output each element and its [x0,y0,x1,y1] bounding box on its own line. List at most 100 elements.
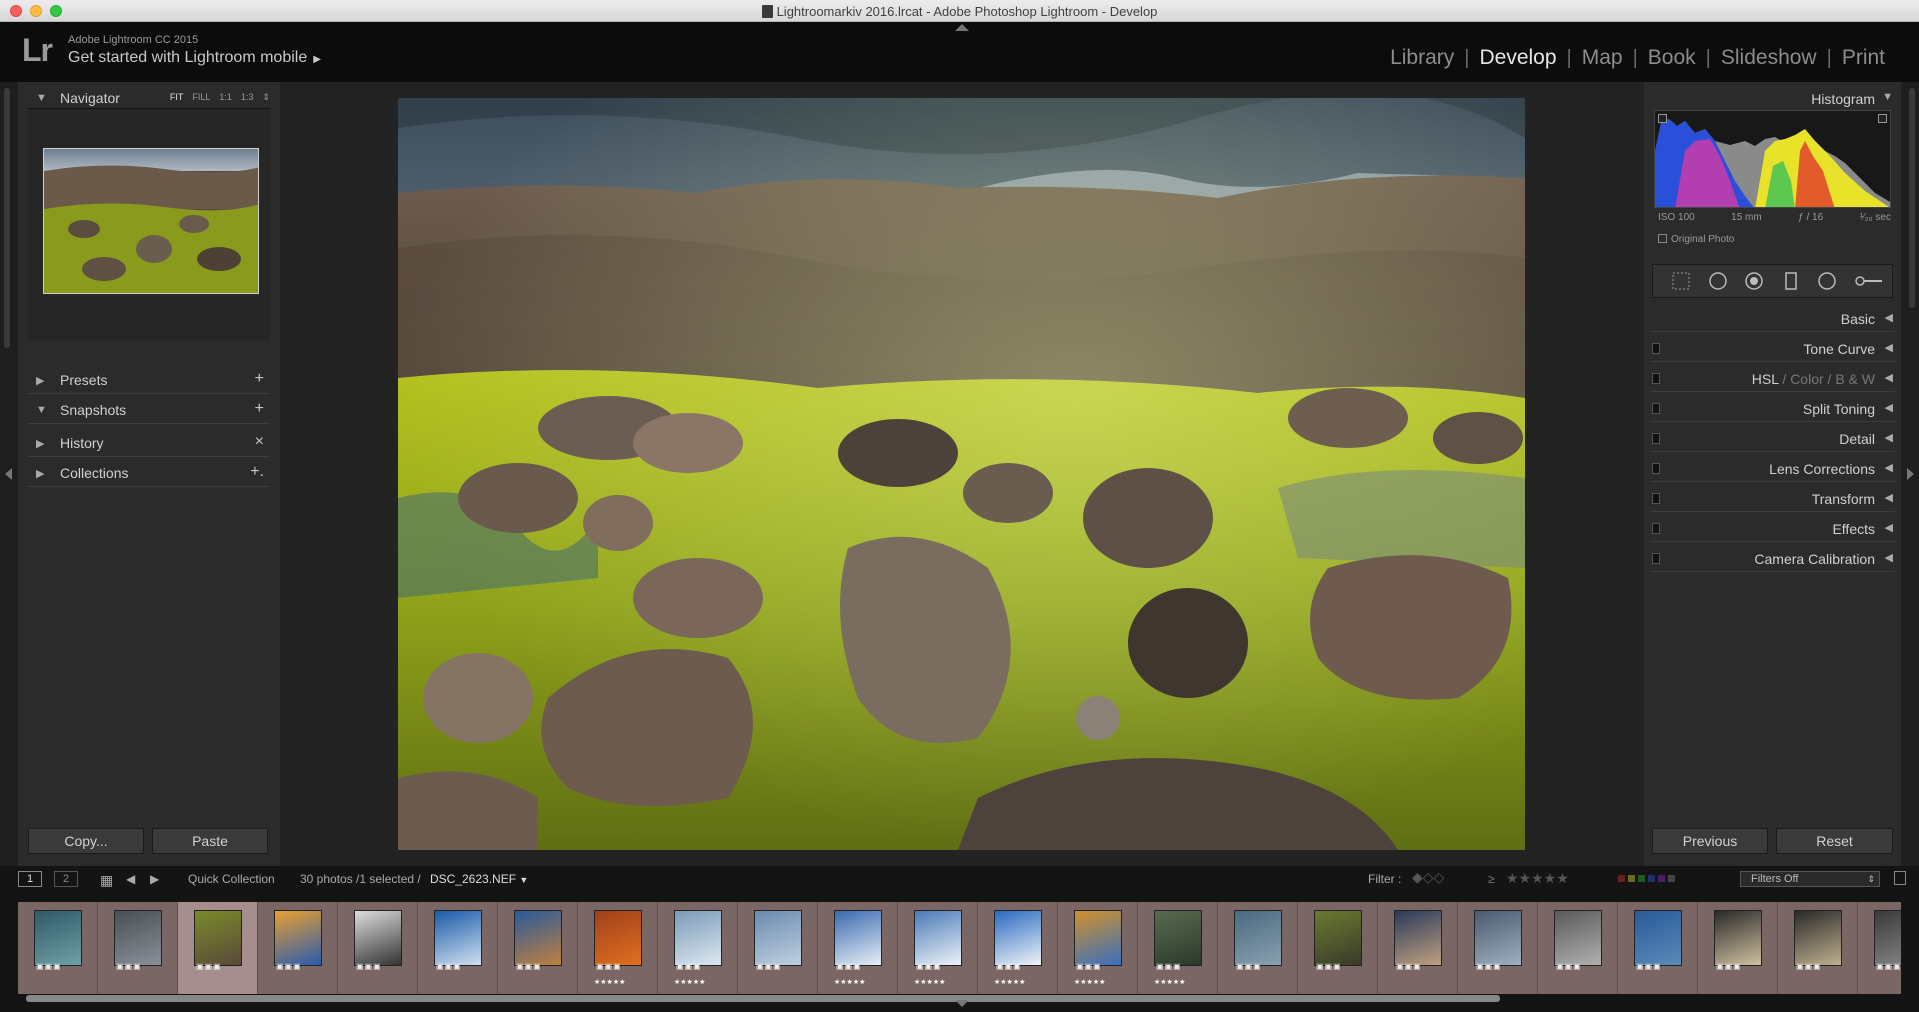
filmstrip-thumbnail[interactable]: ▣▣▣ [1778,902,1858,994]
spot-removal-icon[interactable] [1708,271,1728,291]
add-preset-icon[interactable]: + [255,370,264,388]
filmstrip-thumbnail[interactable]: ▣▣▣ [418,902,498,994]
panel-toggle-switch-icon[interactable] [1652,433,1660,444]
panel-toggle-switch-icon[interactable] [1652,523,1660,534]
filmstrip-thumbnail[interactable]: ▣▣▣ [178,902,258,994]
forward-arrow-icon[interactable]: ▶ [150,872,159,886]
add-collection-icon[interactable]: +. [250,463,264,481]
module-book[interactable]: Book [1638,46,1706,70]
panel-toggle-switch-icon[interactable] [1652,463,1660,474]
rating-comparison-icon[interactable]: ≥ [1488,872,1495,886]
add-snapshot-icon[interactable]: + [255,400,264,418]
left-panel-scrollbar[interactable] [4,88,10,348]
filmstrip-thumbnail[interactable]: ▣▣▣ [1298,902,1378,994]
reset-button[interactable]: Reset [1776,828,1893,854]
filmstrip-thumbnail[interactable]: ▣▣▣ ★★★★★ [898,902,978,994]
source-label[interactable]: Quick Collection [188,872,275,886]
right-panel-scrollbar[interactable] [1909,88,1915,308]
panel-toggle-switch-icon[interactable] [1652,343,1660,354]
left-panel-toggle[interactable] [0,82,18,866]
filmstrip-thumbnail[interactable]: ▣▣▣ [498,902,578,994]
lightroom-mobile-link[interactable]: Get started with Lightroom mobile ▶ [68,49,321,67]
hide-top-panel-arrow-icon[interactable] [955,24,969,31]
adjustment-brush-icon[interactable] [1854,271,1882,291]
right-panel-toggle[interactable] [1901,82,1919,866]
filmstrip-thumbnail[interactable]: ▣▣▣ ★★★★★ [978,902,1058,994]
filmstrip-thumbnail[interactable]: ▣▣▣ [18,902,98,994]
red-eye-icon[interactable] [1744,271,1764,291]
split-toning-section-header[interactable]: Split Toning ◀ [1644,396,1901,422]
flag-filter-icons[interactable]: ◆◇◇ [1412,869,1444,886]
hsl-section-header[interactable]: HSL / Color / B & W ◀ [1644,366,1901,392]
basic-section-header[interactable]: Basic ◀ [1644,306,1901,332]
main-photo[interactable] [398,98,1525,850]
original-photo-toggle[interactable]: Original Photo [1658,234,1734,245]
filmstrip-scrollbar[interactable] [26,995,1500,1002]
shadow-clipping-icon[interactable] [1658,114,1667,123]
snapshots-header[interactable]: ▼ Snapshots + [18,398,280,424]
filmstrip-thumbnail[interactable]: ▣▣▣ ★★★★★ [818,902,898,994]
filmstrip-thumbnail[interactable]: ▣▣▣ [1858,902,1901,994]
zoom-dropdown-icon[interactable]: ⇕ [262,92,270,103]
filmstrip-thumbnail[interactable]: ▣▣▣ ★★★★★ [658,902,738,994]
history-header[interactable]: ▶ History × [18,431,280,457]
color-label-filter[interactable] [1618,875,1675,882]
zoom-1-1[interactable]: 1:1 [219,92,232,103]
rating-filter-stars[interactable]: ★★★★★ [1506,870,1569,887]
panel-toggle-switch-icon[interactable] [1652,553,1660,564]
module-slideshow[interactable]: Slideshow [1711,46,1827,70]
effects-section-header[interactable]: Effects ◀ [1644,516,1901,542]
collections-header[interactable]: ▶ Collections +. [18,461,280,487]
detail-section-header[interactable]: Detail ◀ [1644,426,1901,452]
transform-section-header[interactable]: Transform ◀ [1644,486,1901,512]
filmstrip-thumbnail[interactable]: ▣▣▣ [1458,902,1538,994]
module-library[interactable]: Library [1380,46,1464,70]
filmstrip-thumbnail[interactable]: ▣▣▣ [738,902,818,994]
previous-settings-button[interactable]: Previous [1652,828,1768,854]
module-map[interactable]: Map [1572,46,1633,70]
navigator-thumbnail[interactable] [43,148,259,294]
panel-toggle-switch-icon[interactable] [1652,403,1660,414]
secondary-window-button[interactable]: 2 [54,871,78,887]
module-develop[interactable]: Develop [1469,46,1566,70]
zoom-1-3[interactable]: 1:3 [241,92,254,103]
zoom-fit[interactable]: FIT [170,92,184,103]
filmstrip-thumbnail[interactable]: ▣▣▣ [1218,902,1298,994]
tone-curve-section-header[interactable]: Tone Curve ◀ [1644,336,1901,362]
filmstrip-thumbnail[interactable]: ▣▣▣ [338,902,418,994]
filter-lock-icon[interactable] [1894,871,1906,885]
radial-filter-icon[interactable] [1817,271,1837,291]
color-tab[interactable]: Color [1790,371,1823,387]
filmstrip-thumbnail[interactable]: ▣▣▣ [98,902,178,994]
copy-settings-button[interactable]: Copy... [28,828,144,854]
clear-history-icon[interactable]: × [255,433,264,451]
graduated-filter-icon[interactable] [1781,271,1801,291]
panel-toggle-switch-icon[interactable] [1652,373,1660,384]
camera-calibration-section-header[interactable]: Camera Calibration ◀ [1644,546,1901,572]
filmstrip-thumbnail[interactable]: ▣▣▣ [1618,902,1698,994]
filmstrip-thumbnail[interactable]: ▣▣▣ ★★★★★ [1058,902,1138,994]
filmstrip-thumbnail[interactable]: ▣▣▣ ★★★★★ [1138,902,1218,994]
filmstrip-thumbnail[interactable]: ▣▣▣ [258,902,338,994]
primary-window-button[interactable]: 1 [18,871,42,887]
panel-toggle-switch-icon[interactable] [1652,493,1660,504]
crop-overlay-icon[interactable] [1671,271,1691,291]
hide-filmstrip-arrow-icon[interactable] [955,1000,969,1007]
presets-header[interactable]: ▶ Presets + [18,368,280,394]
histogram-header[interactable]: Histogram ▼ [1644,86,1901,112]
highlight-clipping-icon[interactable] [1878,114,1887,123]
histogram-graph[interactable] [1654,110,1891,208]
filter-preset-dropdown[interactable]: Filters Off ⇕ [1740,871,1880,887]
filmstrip-thumbnail[interactable]: ▣▣▣ [1378,902,1458,994]
filmstrip-thumbnail[interactable]: ▣▣▣ [1698,902,1778,994]
paste-settings-button[interactable]: Paste [152,828,268,854]
zoom-fill[interactable]: FILL [192,92,210,103]
back-arrow-icon[interactable]: ◀ [126,872,135,886]
hsl-tab[interactable]: HSL [1752,371,1779,387]
filmstrip-thumbnail[interactable]: ▣▣▣ [1538,902,1618,994]
lens-corrections-section-header[interactable]: Lens Corrections ◀ [1644,456,1901,482]
module-print[interactable]: Print [1832,46,1895,70]
bw-tab[interactable]: B & W [1835,371,1875,387]
selected-filename[interactable]: DSC_2623.NEF ▼ [430,872,528,886]
grid-view-icon[interactable]: ▦ [100,872,113,889]
